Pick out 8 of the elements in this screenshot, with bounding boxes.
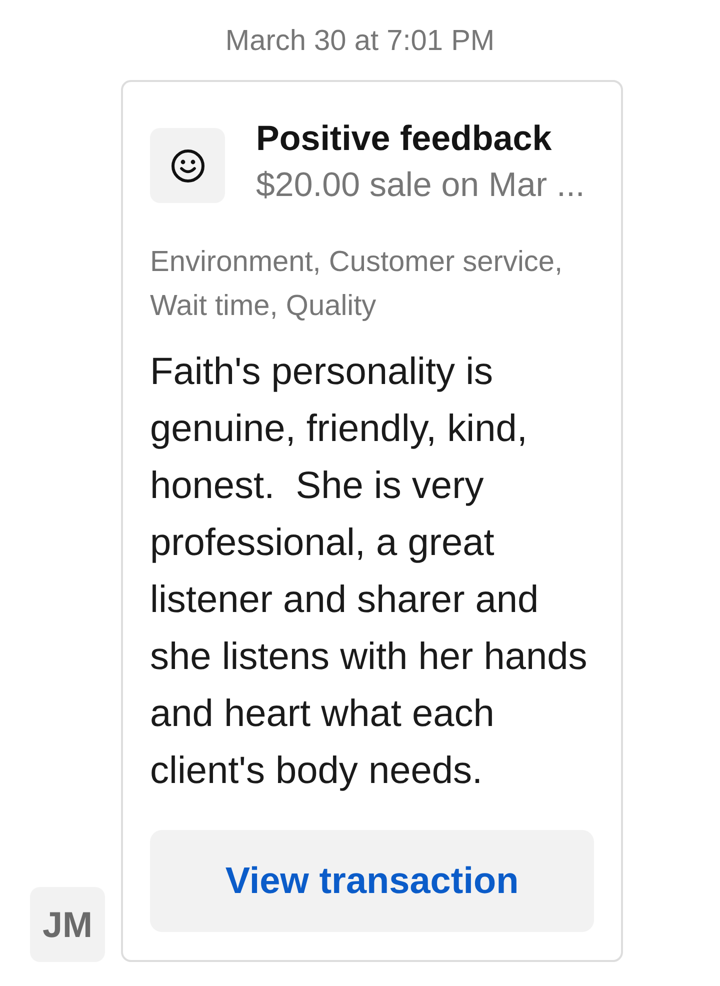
timestamp: March 30 at 7:01 PM xyxy=(225,24,495,59)
feedback-comment: Faith's personality is genuine, friendly, kind, honest. She is very professional, a great listener and sharer and she listens with her hands and heart what each client's body needs. xyxy=(150,350,588,794)
sender-avatar: JM xyxy=(30,887,105,962)
feedback-tags: Environment, Customer service, Wait time, Quality xyxy=(150,240,580,328)
sale-subtitle: $20.00 sale on Mar ... xyxy=(256,165,585,206)
smiley-icon xyxy=(170,148,204,182)
card-title: Positive feedback xyxy=(256,118,553,160)
view-transaction-button[interactable]: View transaction xyxy=(150,830,594,932)
